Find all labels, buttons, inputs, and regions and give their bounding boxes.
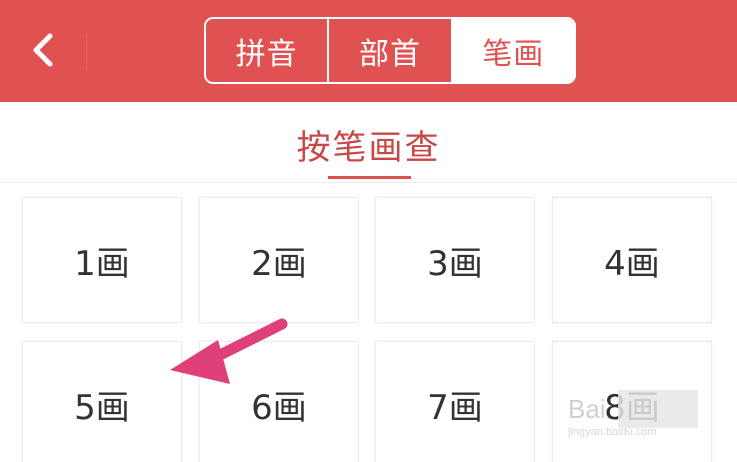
- stroke-item-2[interactable]: 2画: [199, 197, 359, 323]
- subheader: 按笔画查: [0, 102, 737, 183]
- page-title: 按笔画查: [296, 128, 441, 168]
- tab-radical[interactable]: 部首: [327, 19, 450, 82]
- header-divider: [86, 34, 87, 70]
- stroke-item-3[interactable]: 3画: [375, 197, 535, 323]
- tab-stroke[interactable]: 笔画: [450, 19, 574, 82]
- back-button[interactable]: [20, 22, 66, 78]
- chevron-left-icon: [33, 33, 53, 67]
- tab-pinyin[interactable]: 拼音: [206, 19, 327, 82]
- stroke-item-1[interactable]: 1画: [22, 197, 182, 323]
- app-screen: 拼音 部首 笔画 按笔画查 1画 2画 3画 4画 5画 6画 7画 8画 Ba…: [0, 0, 737, 462]
- stroke-item-5[interactable]: 5画: [22, 341, 182, 462]
- stroke-item-6[interactable]: 6画: [199, 341, 359, 462]
- stroke-item-7[interactable]: 7画: [375, 341, 535, 462]
- stroke-item-8[interactable]: 8画: [552, 341, 712, 462]
- header-bar: 拼音 部首 笔画: [0, 0, 737, 102]
- title-underline: [328, 176, 411, 179]
- lookup-mode-tabs: 拼音 部首 笔画: [204, 17, 576, 84]
- stroke-item-4[interactable]: 4画: [552, 197, 712, 323]
